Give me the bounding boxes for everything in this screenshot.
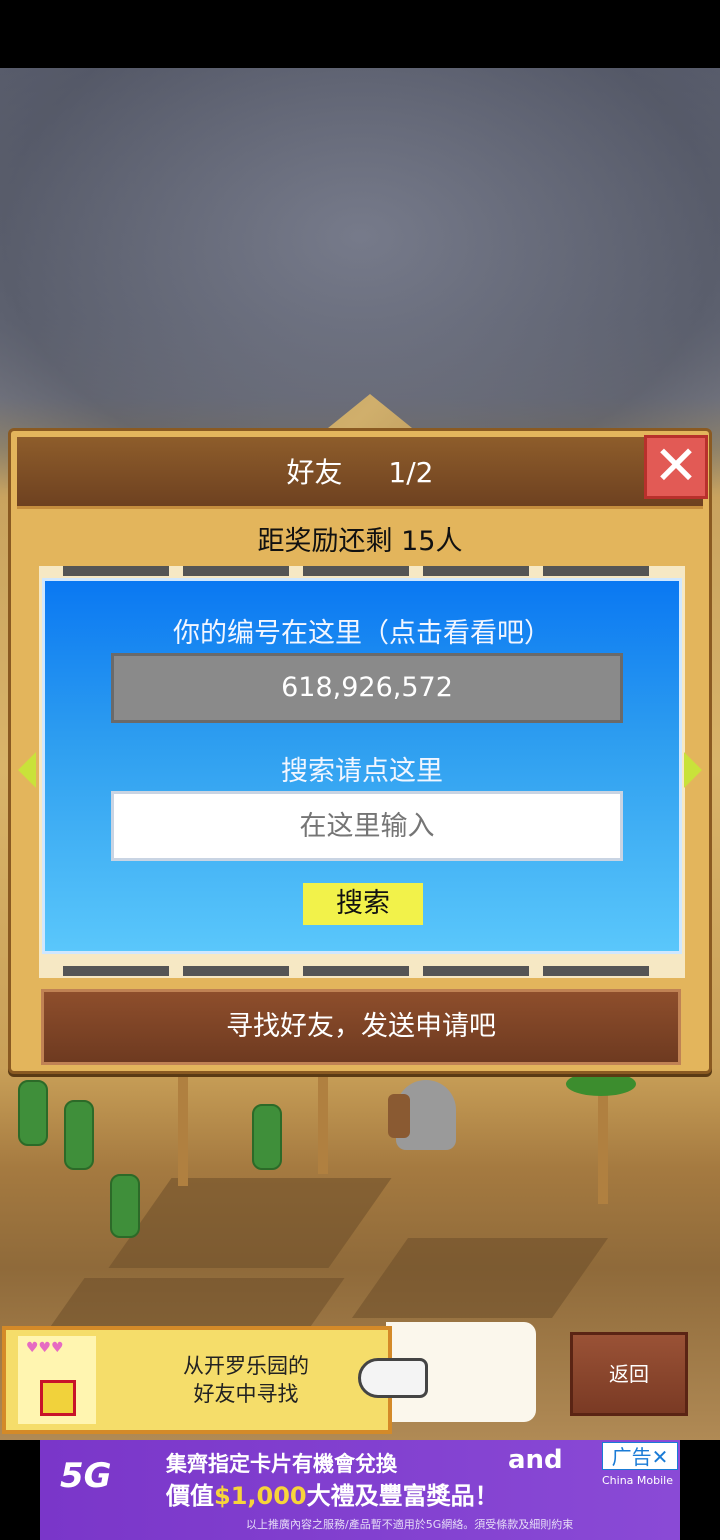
my-id-label[interactable]: 你的编号在这里（点击看看吧） [45, 611, 679, 650]
palm-tree-icon [598, 1084, 608, 1204]
ad-operator: China Mobile [602, 1474, 674, 1487]
ad-headline: 集齊指定卡片有機會兌換 [166, 1452, 397, 1476]
close-button[interactable]: ✕ [644, 435, 708, 499]
close-icon: ✕ [653, 434, 699, 497]
ground-tile [108, 1178, 392, 1268]
pointing-hand-icon [358, 1358, 428, 1398]
tab-strip-top [39, 566, 685, 576]
kairo-park-hint[interactable]: ♥♥♥ 从开罗乐园的 好友中寻找 [2, 1326, 392, 1434]
palm-tree-icon [318, 1074, 328, 1174]
dialog-title-bar: 好友 1/2 [17, 437, 703, 509]
cactus-icon [18, 1080, 48, 1146]
ad-close-tag[interactable]: 广告✕ [602, 1442, 678, 1470]
search-input[interactable] [111, 791, 623, 861]
ad-subline: 價值$1,000大禮及豐富獎品！ [166, 1476, 499, 1511]
kairobot-icon [40, 1380, 76, 1416]
tab-strip-bottom [39, 966, 685, 976]
ad-brand-logo: and [508, 1445, 563, 1475]
hint-line-2: 好友中寻找 [193, 1382, 299, 1406]
page-indicator: 1/2 [388, 456, 434, 489]
cactus-icon [64, 1100, 94, 1170]
id-panel-frame: 你的编号在这里（点击看看吧） 618,926,572 搜索请点这里 搜索 [39, 566, 685, 978]
my-id-field[interactable]: 618,926,572 [111, 653, 623, 723]
hint-line-1: 从开罗乐园的 [183, 1354, 309, 1378]
ad-5g-badge: 5G [60, 1456, 112, 1496]
id-panel: 你的编号在这里（点击看看吧） 618,926,572 搜索请点这里 搜索 [42, 578, 682, 954]
mascot-avatar: ♥♥♥ [18, 1336, 96, 1424]
cactus-icon [252, 1104, 282, 1170]
ad-subline-suffix: 大禮及豐富獎品！ [306, 1482, 499, 1510]
cactus-icon [110, 1174, 140, 1238]
palm-leaf-icon [566, 1072, 636, 1096]
hearts-icon: ♥♥♥ [26, 1340, 64, 1356]
find-friends-button[interactable]: 寻找好友，发送申请吧 [41, 989, 681, 1065]
ad-fine-print: 以上推廣內容之服務/產品暫不適用於5G網絡。須受條款及細則約束 [246, 1518, 574, 1531]
reward-remaining-text: 距奖励还剩 15人 [257, 526, 463, 557]
ad-amount: $1,000 [214, 1482, 307, 1510]
hint-text: 从开罗乐园的 好友中寻找 [146, 1352, 346, 1408]
ground-tile [351, 1238, 609, 1318]
dialog-title: 好友 1/2 [17, 437, 703, 509]
ad-subline-prefix: 價值 [166, 1482, 214, 1510]
search-button[interactable]: 搜索 [303, 883, 423, 925]
next-page-arrow-icon[interactable] [684, 752, 702, 788]
explorer-character[interactable] [388, 1094, 410, 1138]
palm-tree-icon [178, 1074, 188, 1186]
ad-banner[interactable]: 5G 集齊指定卡片有機會兌換 價值$1,000大禮及豐富獎品！ 以上推廣內容之服… [40, 1440, 680, 1540]
friends-dialog: 好友 1/2 ✕ 距奖励还剩 15人 你的编号在这里（点击看看吧） 618,92… [8, 428, 712, 1074]
search-label: 搜索请点这里 [281, 756, 443, 787]
dialog-title-label: 好友 [286, 456, 343, 489]
prev-page-arrow-icon[interactable] [18, 752, 36, 788]
status-bar [0, 0, 720, 68]
back-button[interactable]: 返回 [570, 1332, 688, 1416]
